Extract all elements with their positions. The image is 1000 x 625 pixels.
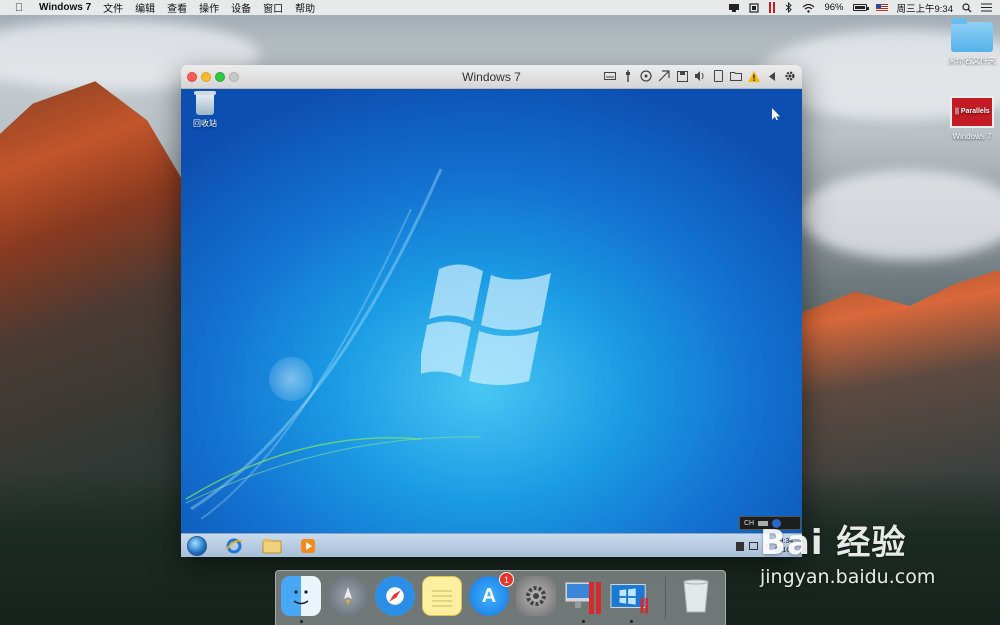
windows-logo-icon <box>421 264 551 385</box>
desktop-folder[interactable]: 未命名文件夹 <box>944 18 1000 66</box>
notification-icon[interactable] <box>749 0 760 15</box>
menu-help[interactable]: 帮助 <box>295 0 315 15</box>
safari-icon[interactable] <box>375 576 415 616</box>
parallels-running-dot <box>582 620 585 623</box>
search-icon[interactable] <box>962 0 972 15</box>
menu-list-icon[interactable] <box>981 0 992 15</box>
windows-taskbar: ✕ 9:34 2016/... <box>181 533 802 557</box>
app-store-icon[interactable]: A 1 <box>469 572 514 616</box>
windows-vm-running-dot <box>630 620 633 623</box>
desktop-vm-file[interactable]: || Parallels Windows 7 <box>944 96 1000 141</box>
menubar-clock[interactable]: 周三上午9:34 <box>897 1 954 15</box>
apple-icon[interactable]:  <box>12 2 26 14</box>
gear-icon[interactable] <box>784 69 796 83</box>
finder-running-dot <box>300 620 303 623</box>
media-player-icon[interactable] <box>297 536 319 556</box>
action-center-icon[interactable] <box>735 541 744 551</box>
vm-toolbar <box>604 69 796 83</box>
vm-window: Windows 7 回收站 CH ✕ 9:34 2016/... <box>181 65 802 557</box>
parallels-bars-icon[interactable] <box>768 0 776 15</box>
parallels-status-icon[interactable] <box>728 0 740 15</box>
launchpad-icon[interactable] <box>328 576 368 616</box>
bluetooth-icon[interactable] <box>785 0 793 15</box>
notes-icon[interactable] <box>422 576 462 616</box>
menu-bar:  Windows 7 文件 编辑 查看 操作 设备 窗口 帮助 96% 周三上… <box>0 0 1000 15</box>
ie-icon[interactable] <box>223 536 245 556</box>
menu-actions[interactable]: 操作 <box>199 0 219 15</box>
trash-icon[interactable] <box>676 576 716 616</box>
baidu-watermark: Bai 经验 jingyan.baidu.com <box>760 515 990 605</box>
menu-file[interactable]: 文件 <box>103 0 123 15</box>
back-icon[interactable] <box>766 69 778 83</box>
windows-desktop[interactable]: 回收站 CH <box>181 89 802 533</box>
lang-indicator[interactable]: CH <box>744 520 754 527</box>
folder-icon <box>951 18 993 52</box>
watermark-url: jingyan.baidu.com <box>760 566 936 588</box>
recycle-bin-label: 回收站 <box>193 119 217 128</box>
warning-icon[interactable] <box>748 69 760 83</box>
menu-app-name[interactable]: Windows 7 <box>39 2 91 13</box>
finder-icon[interactable] <box>281 576 321 616</box>
flag-us-icon[interactable] <box>875 0 888 15</box>
vm-titlebar[interactable]: Windows 7 <box>181 65 802 89</box>
battery-percent: 96% <box>824 2 844 13</box>
dock: A 1 <box>275 570 726 625</box>
status-area: 96% 周三上午9:34 <box>728 0 1000 15</box>
desktop-folder-label: 未命名文件夹 <box>948 56 996 65</box>
vm-thumb-label: || Parallels <box>955 108 990 115</box>
menu-view[interactable]: 查看 <box>167 0 187 15</box>
desktop-vm-label: Windows 7 <box>952 132 992 141</box>
volume-icon[interactable] <box>694 69 706 83</box>
wallpaper-glow <box>269 357 313 401</box>
print-icon[interactable] <box>658 69 670 83</box>
menu-edit[interactable]: 编辑 <box>135 0 155 15</box>
wifi-icon[interactable] <box>802 0 815 15</box>
save-icon[interactable] <box>676 69 688 83</box>
battery-icon[interactable] <box>852 0 869 15</box>
recycle-bin-icon <box>194 91 216 115</box>
parallels-icon[interactable] <box>563 576 603 616</box>
keyboard-icon[interactable] <box>604 69 616 83</box>
system-preferences-icon[interactable] <box>516 576 556 616</box>
dock-separator <box>665 577 666 619</box>
shared-folder-icon[interactable] <box>730 69 742 83</box>
usb-icon[interactable] <box>622 69 634 83</box>
watermark-title: Bai 经验 <box>760 523 907 563</box>
start-orb-icon[interactable] <box>187 536 207 556</box>
vm-file-icon: || Parallels <box>950 96 994 128</box>
menu-window[interactable]: 窗口 <box>263 0 283 15</box>
explorer-icon[interactable] <box>261 536 283 556</box>
menu-devices[interactable]: 设备 <box>231 0 251 15</box>
windows-vm-icon[interactable] <box>610 576 650 616</box>
network-icon[interactable] <box>748 542 758 550</box>
recycle-bin[interactable]: 回收站 <box>190 91 220 129</box>
app-store-badge: 1 <box>499 572 514 587</box>
cd-icon[interactable] <box>640 69 652 83</box>
tablet-icon[interactable] <box>712 69 724 83</box>
